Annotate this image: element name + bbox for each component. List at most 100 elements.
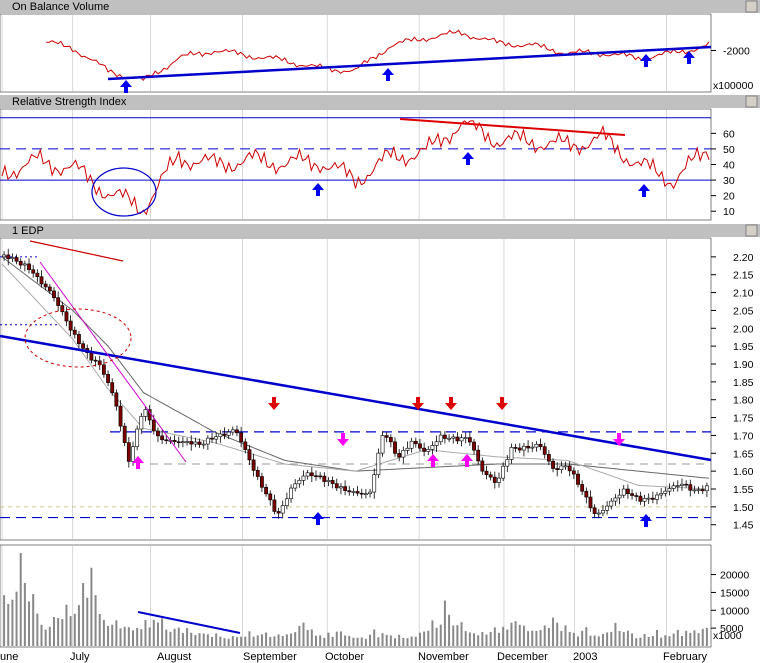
price-tick-label-12: 1.60 — [733, 466, 754, 478]
price-tick-label-5: 1.95 — [733, 341, 754, 353]
candle-body-80 — [334, 483, 339, 489]
candle-body-162 — [675, 485, 680, 487]
volume-tick-label-0: 20000 — [720, 570, 749, 582]
candle-body-139 — [580, 484, 585, 492]
candle-body-149 — [621, 488, 626, 496]
candle-body-155 — [646, 497, 651, 500]
candle-body-96 — [401, 450, 406, 458]
candle-body-92 — [384, 435, 389, 438]
price-panel: 1 EDP 2.20 2.15 2.10 2.05 2.00 1.95 1.90 1.85 1.… — [0, 224, 760, 541]
candle-body-82 — [343, 486, 348, 491]
price-tick-label-9: 1.75 — [733, 413, 754, 425]
price-panel-title: 1 EDP — [12, 225, 44, 237]
candle-body-114 — [476, 449, 481, 462]
candle-body-109 — [455, 436, 460, 442]
candle-body-117 — [488, 474, 493, 478]
candle-body-130 — [542, 446, 547, 455]
candle-body-57 — [239, 432, 244, 443]
candle-body-156 — [650, 497, 655, 500]
candle-body-30 — [126, 442, 131, 462]
price-tick-label-1: 2.15 — [733, 270, 754, 282]
price-tick-label-7: 1.85 — [733, 377, 754, 389]
candle-body-34 — [143, 409, 148, 417]
obv-panel-header — [0, 0, 760, 13]
rsi-tick-label-0: 60 — [723, 128, 735, 140]
month-label-3: September — [243, 651, 297, 663]
candle-body-167 — [696, 489, 701, 491]
candle-body-142 — [592, 507, 597, 514]
candle-body-67 — [280, 505, 285, 514]
candle-body-26 — [110, 382, 115, 394]
candle-body-48 — [201, 443, 206, 446]
candle-body-73 — [305, 472, 310, 477]
price-close-button[interactable] — [745, 224, 758, 237]
price-tick-label-11: 1.65 — [733, 448, 754, 460]
candle-body-100 — [418, 443, 422, 449]
candle-body-93 — [388, 437, 393, 443]
candle-body-148 — [617, 494, 622, 499]
price-tick-label-4: 2.00 — [733, 323, 754, 335]
obv-y-axis: -2000 — [711, 45, 750, 57]
candle-body-123 — [513, 447, 518, 449]
month-label-0: une — [0, 651, 18, 663]
candle-body-135 — [563, 465, 568, 468]
candle-body-51 — [214, 436, 219, 440]
candle-body-70 — [293, 483, 298, 489]
candle-body-39 — [164, 439, 169, 442]
candle-body-138 — [576, 473, 580, 485]
chart-svg: On Balance Volume -2000 x100000 Relative… — [0, 0, 760, 663]
candle-body-8 — [35, 272, 40, 278]
candle-body-88 — [368, 491, 372, 495]
rsi-close-button[interactable] — [745, 95, 758, 108]
candle-body-90 — [376, 452, 381, 476]
obv-tick-label-0: -2000 — [723, 45, 750, 57]
obv-panel-title: On Balance Volume — [12, 1, 109, 13]
candle-body-152 — [634, 495, 639, 497]
candle-body-5 — [22, 263, 27, 266]
candle-body-25 — [106, 374, 110, 383]
candle-body-13 — [56, 297, 61, 306]
candle-body-19 — [81, 343, 85, 349]
candle-body-31 — [131, 446, 135, 462]
rsi-tick-label-2: 40 — [723, 160, 735, 172]
candle-body-169 — [705, 485, 709, 492]
candle-body-145 — [605, 505, 610, 511]
candle-body-103 — [430, 445, 435, 450]
rsi-tick-label-1: 50 — [723, 144, 735, 156]
candle-body-127 — [530, 446, 535, 449]
candle-body-12 — [52, 290, 56, 298]
candle-body-2 — [10, 257, 15, 260]
candle-body-42 — [176, 441, 181, 444]
candle-body-151 — [630, 493, 634, 496]
candle-body-150 — [626, 488, 630, 494]
candle-body-69 — [289, 487, 293, 500]
candle-body-22 — [93, 359, 98, 362]
candle-body-81 — [339, 486, 343, 489]
candle-body-115 — [480, 460, 485, 472]
candle-body-38 — [160, 435, 165, 441]
obv-close-button[interactable] — [745, 0, 758, 13]
candle-body-129 — [538, 443, 543, 448]
candle-body-161 — [671, 485, 676, 489]
rsi-panel-title: Relative Strength Index — [12, 96, 127, 108]
candle-body-133 — [555, 468, 560, 471]
candle-body-21 — [89, 352, 94, 361]
candle-body-86 — [359, 492, 364, 495]
candle-body-60 — [251, 459, 256, 471]
candle-body-74 — [309, 472, 314, 477]
candle-body-72 — [301, 475, 306, 481]
candle-body-54 — [226, 431, 231, 436]
volume-multiplier-label: x1000 — [713, 630, 742, 642]
candle-body-24 — [101, 364, 106, 375]
candle-body-153 — [638, 495, 643, 502]
candle-body-9 — [39, 276, 44, 285]
candle-body-140 — [584, 490, 589, 498]
candle-body-52 — [218, 433, 223, 438]
candle-body-11 — [47, 286, 52, 292]
candle-body-79 — [330, 480, 335, 484]
candle-body-78 — [326, 480, 331, 482]
candle-body-165 — [688, 484, 693, 491]
candle-body-107 — [447, 437, 451, 440]
candle-body-143 — [596, 512, 601, 515]
price-y-axis: 2.20 2.15 2.10 2.05 2.00 1.95 1.90 1.85 1.80 1.75… — [711, 252, 754, 532]
